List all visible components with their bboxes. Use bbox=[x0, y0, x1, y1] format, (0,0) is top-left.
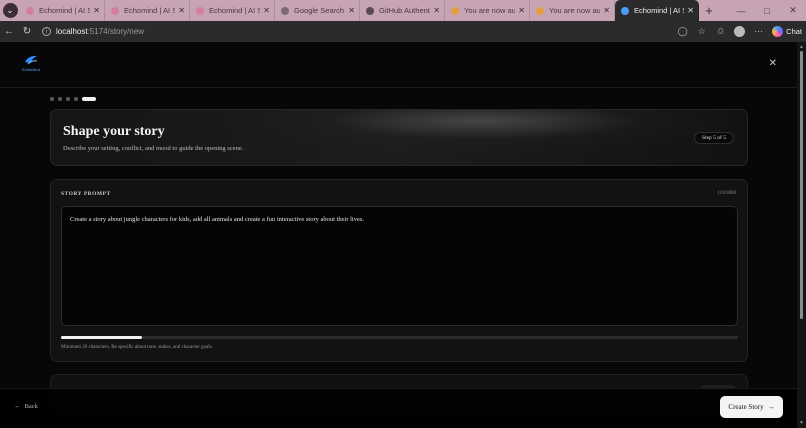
footer-bar: ← Back Create Story → bbox=[0, 388, 797, 428]
back-label: Back bbox=[24, 403, 38, 410]
step-hero-card: Shape your story Describe your setting, … bbox=[50, 109, 748, 166]
tab-favicon-icon bbox=[281, 6, 289, 15]
story-prompt-textarea[interactable]: Create a story about jungle characters f… bbox=[61, 206, 738, 326]
chat-label: Chat bbox=[786, 27, 802, 36]
step-indicator bbox=[50, 97, 96, 101]
brand-name: EchoMind bbox=[22, 67, 40, 72]
tab-close-icon[interactable]: ✕ bbox=[348, 6, 355, 15]
browser-tab[interactable]: You are now autho✕ bbox=[445, 0, 530, 21]
window-controls: — □ ✕ bbox=[728, 0, 806, 21]
browser-tab[interactable]: You are now autho✕ bbox=[530, 0, 615, 21]
url-host: localhost bbox=[56, 27, 88, 36]
story-prompt-card: STORY PROMPT 110/3000 Create a story abo… bbox=[50, 179, 748, 362]
back-nav-button[interactable]: ← bbox=[0, 26, 18, 37]
page-subtitle: Describe your setting, conflict, and moo… bbox=[63, 145, 244, 152]
step-dot bbox=[58, 97, 62, 101]
tab-favicon-icon bbox=[26, 6, 34, 15]
tab-close-icon[interactable]: ✕ bbox=[178, 6, 185, 15]
more-menu-icon[interactable]: ⋯ bbox=[753, 26, 764, 37]
brand-logo[interactable]: EchoMind bbox=[18, 54, 44, 76]
close-icon[interactable]: ✕ bbox=[769, 58, 777, 69]
url-path: :5174/story/new bbox=[87, 27, 145, 36]
tab-close-icon[interactable]: ✕ bbox=[687, 6, 694, 15]
page-title: Shape your story bbox=[63, 124, 165, 139]
favorite-star-icon[interactable]: ☆ bbox=[696, 26, 707, 37]
reader-mode-icon[interactable]: ◯ bbox=[677, 26, 688, 37]
create-story-button[interactable]: Create Story → bbox=[720, 396, 783, 418]
app-header: EchoMind ✕ bbox=[0, 42, 797, 88]
close-window-button[interactable]: ✕ bbox=[780, 0, 806, 21]
tab-title: GitHub Authenticat bbox=[379, 6, 430, 15]
prompt-length-progress bbox=[61, 336, 738, 339]
tab-close-icon[interactable]: ✕ bbox=[93, 6, 100, 15]
step-dot bbox=[74, 97, 78, 101]
prompt-label: STORY PROMPT bbox=[61, 191, 111, 197]
tab-close-icon[interactable]: ✕ bbox=[433, 6, 440, 15]
tab-close-icon[interactable]: ✕ bbox=[263, 6, 270, 15]
browser-tab[interactable]: GitHub Authenticat✕ bbox=[360, 0, 445, 21]
page-scrollbar[interactable]: ▲ ▼ bbox=[797, 42, 806, 428]
character-count: 110/3000 bbox=[717, 191, 736, 196]
step-dot bbox=[66, 97, 70, 101]
step-dot bbox=[50, 97, 54, 101]
tab-favicon-icon bbox=[536, 6, 544, 15]
tab-favicon-icon bbox=[451, 6, 459, 15]
back-button[interactable]: ← Back bbox=[14, 403, 38, 410]
reload-button[interactable]: ↻ bbox=[18, 26, 36, 37]
scroll-thumb[interactable] bbox=[800, 51, 803, 319]
browser-tab[interactable]: Google Search - To✕ bbox=[275, 0, 360, 21]
new-tab-button[interactable]: + bbox=[699, 3, 719, 18]
page-content: EchoMind ✕ Shape your story Describe you… bbox=[0, 42, 797, 428]
browser-tab[interactable]: Echomind | AI Story✕ bbox=[20, 0, 105, 21]
maximize-button[interactable]: □ bbox=[754, 0, 780, 21]
arrow-left-icon: ← bbox=[14, 403, 21, 410]
tab-title: Echomind | AI Story bbox=[209, 6, 260, 15]
favorites-icon[interactable]: ✩ bbox=[715, 26, 726, 37]
progress-fill bbox=[61, 336, 143, 339]
brand-mark-icon bbox=[25, 55, 38, 65]
scroll-up-icon[interactable]: ▲ bbox=[799, 44, 804, 50]
arrow-right-icon: → bbox=[767, 403, 775, 411]
copilot-chat-button[interactable]: Chat bbox=[772, 26, 802, 37]
create-story-label: Create Story bbox=[728, 403, 764, 411]
tab-close-icon[interactable]: ✕ bbox=[518, 6, 525, 15]
tab-title: Echomind | AI Story bbox=[39, 6, 90, 15]
prompt-hint: Minimum 20 characters. Be specific about… bbox=[61, 345, 213, 350]
tab-favicon-icon bbox=[111, 6, 119, 15]
chevron-down-icon: ⌄ bbox=[2, 3, 18, 18]
tab-title: Echomind | AI Story bbox=[634, 6, 684, 15]
browser-tab[interactable]: Echomind | AI Story✕ bbox=[105, 0, 190, 21]
browser-tab[interactable]: Echomind | AI Story✕ bbox=[190, 0, 275, 21]
browser-toolbar: ◯ ☆ ✩ ⋯ Chat bbox=[677, 21, 802, 42]
tab-actions-button[interactable]: ⌄ bbox=[0, 0, 20, 21]
tab-title: Google Search - To bbox=[294, 6, 345, 15]
tab-title: Echomind | AI Story bbox=[124, 6, 175, 15]
profile-avatar[interactable] bbox=[734, 26, 746, 37]
tab-title: You are now autho bbox=[549, 6, 601, 15]
site-info-icon[interactable]: i bbox=[42, 27, 51, 36]
tab-favicon-icon bbox=[621, 6, 629, 15]
address-bar: ← ↻ i localhost:5174/story/new ◯ ☆ ✩ ⋯ C… bbox=[0, 21, 806, 42]
browser-tab-strip: ⌄ Echomind | AI Story✕Echomind | AI Stor… bbox=[0, 0, 806, 21]
step-badge: Step 5 of 5 bbox=[694, 132, 734, 144]
browser-tab[interactable]: Echomind | AI Story✕ bbox=[615, 0, 699, 21]
tab-close-icon[interactable]: ✕ bbox=[603, 6, 610, 15]
tab-favicon-icon bbox=[196, 6, 204, 15]
step-dot-active bbox=[82, 97, 96, 101]
scroll-down-icon[interactable]: ▼ bbox=[799, 420, 804, 426]
tab-favicon-icon bbox=[366, 6, 374, 15]
minimize-button[interactable]: — bbox=[728, 0, 754, 21]
url-field[interactable]: i localhost:5174/story/new bbox=[42, 27, 144, 36]
copilot-icon bbox=[772, 26, 784, 37]
tab-title: You are now autho bbox=[464, 6, 516, 15]
